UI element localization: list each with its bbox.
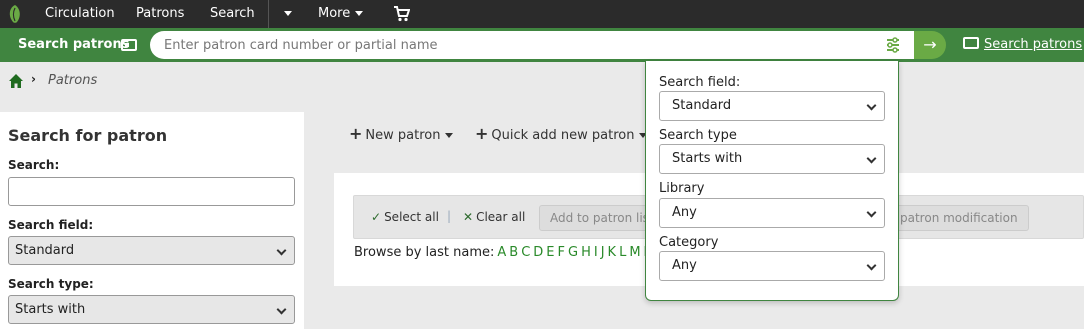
dd-library-select[interactable]: Any	[659, 198, 885, 228]
sidebar-search-field-select[interactable]: Standard	[8, 236, 295, 265]
dd-search-field-select[interactable]: Standard	[659, 91, 885, 121]
caret-down-icon	[284, 11, 292, 16]
dd-library-value: Any	[672, 205, 697, 220]
plus-icon: +	[349, 124, 363, 143]
nav-divider	[268, 0, 269, 28]
chevron-down-icon	[276, 245, 287, 256]
dd-category-value: Any	[672, 258, 697, 273]
close-icon: ✕	[463, 210, 474, 224]
dd-search-type-label: Search type	[659, 128, 737, 143]
nav-more-label: More	[318, 6, 351, 21]
home-icon[interactable]	[9, 74, 23, 88]
browse-letter-link[interactable]: B	[509, 245, 518, 260]
browse-letter-link[interactable]: I	[594, 245, 598, 260]
browse-label: Browse by last name:	[354, 245, 495, 260]
search-input-wrapper	[150, 31, 914, 59]
select-all-label: Select all	[384, 210, 439, 224]
plus-icon: +	[475, 124, 489, 143]
dd-search-type-select[interactable]: Starts with	[659, 144, 885, 174]
chevron-down-icon	[276, 304, 287, 315]
caret-down-icon	[355, 11, 364, 16]
search-type-value: Starts with	[15, 302, 86, 317]
sidebar-search-type-select[interactable]: Starts with	[8, 295, 295, 324]
search-patrons-label: Search patrons	[18, 37, 130, 52]
clear-all-link[interactable]: ✕ Clear all	[463, 210, 525, 224]
chevron-down-icon	[866, 100, 877, 111]
nav-circulation[interactable]: Circulation	[45, 0, 115, 28]
search-options-icon[interactable]	[885, 37, 901, 53]
chevron-down-icon	[866, 260, 877, 271]
search-label: Search:	[8, 158, 60, 172]
search-options-dropdown: Search field: Standard Search type Start…	[645, 61, 899, 301]
nav-search-dropdown-toggle[interactable]	[279, 0, 292, 28]
browse-by-last-name: Browse by last name:ABCDEFGHIJKLMN	[354, 245, 653, 260]
top-navigation: Circulation Patrons Search More	[0, 0, 1084, 28]
browse-letter-link[interactable]: M	[629, 245, 640, 260]
cart-icon[interactable]	[394, 6, 410, 22]
browse-letter-link[interactable]: D	[533, 245, 543, 260]
browse-letter-link[interactable]: C	[521, 245, 530, 260]
patron-search-input[interactable]	[164, 31, 864, 59]
browse-letter-link[interactable]: L	[619, 245, 626, 260]
search-field-value: Standard	[15, 243, 75, 258]
id-card-icon	[121, 39, 137, 51]
koha-logo-icon[interactable]	[5, 4, 25, 24]
new-patron-button[interactable]: + New patron	[349, 124, 454, 143]
browse-letter-link[interactable]: E	[546, 245, 554, 260]
dd-category-label: Category	[659, 235, 719, 250]
search-patrons-link-label: Search patrons	[984, 37, 1083, 52]
nav-more[interactable]: More	[318, 0, 364, 28]
chevron-down-icon	[866, 207, 877, 218]
arrow-right-icon: →	[923, 35, 937, 54]
search-patrons-link[interactable]: Search patrons	[963, 28, 1082, 62]
select-all-link[interactable]: ✓ Select all	[371, 210, 439, 224]
search-submit-button[interactable]: →	[914, 31, 946, 59]
dd-category-select[interactable]: Any	[659, 251, 885, 281]
search-patrons-tab[interactable]: Search patrons	[0, 28, 154, 62]
browse-letter-link[interactable]: G	[568, 245, 578, 260]
breadcrumb-chevron-icon: ›	[31, 72, 36, 86]
browse-letter-link[interactable]: F	[558, 245, 565, 260]
patron-search-bar: Search patrons → Search patrons	[0, 28, 1084, 62]
dd-search-type-value: Starts with	[672, 151, 743, 166]
quick-add-label: Quick add new patron	[491, 128, 635, 143]
browse-letter-link[interactable]: H	[581, 245, 591, 260]
dd-search-field-label: Search field:	[659, 75, 741, 90]
sidebar-search-input[interactable]	[8, 177, 295, 206]
breadcrumb-current: Patrons	[48, 73, 98, 88]
browse-letter-link[interactable]: A	[497, 245, 506, 260]
caret-down-icon	[445, 133, 454, 138]
browse-letter-link[interactable]: K	[608, 245, 617, 260]
quick-add-patron-button[interactable]: + Quick add new patron	[475, 124, 648, 143]
nav-search[interactable]: Search	[210, 0, 255, 28]
toolbar-separator: |	[447, 209, 452, 223]
browse-letters: ABCDEFGHIJKLMN	[494, 245, 653, 260]
chevron-down-icon	[866, 153, 877, 164]
search-field-label: Search field:	[8, 218, 94, 232]
dd-search-field-value: Standard	[672, 98, 732, 113]
batch-patron-modification-button[interactable]: patron modification	[889, 205, 1029, 231]
clear-all-label: Clear all	[476, 210, 526, 224]
search-type-label: Search type:	[8, 277, 94, 291]
browse-letter-link[interactable]: J	[601, 245, 605, 260]
new-patron-label: New patron	[365, 128, 441, 143]
nav-patrons[interactable]: Patrons	[136, 0, 184, 28]
breadcrumb: › Patrons	[0, 62, 1084, 102]
dd-library-label: Library	[659, 181, 705, 196]
patron-search-sidebar: Search for patron Search: Search field: …	[0, 112, 304, 329]
checkmark-icon: ✓	[371, 210, 382, 224]
sidebar-title: Search for patron	[8, 126, 168, 145]
id-card-icon	[963, 37, 979, 49]
